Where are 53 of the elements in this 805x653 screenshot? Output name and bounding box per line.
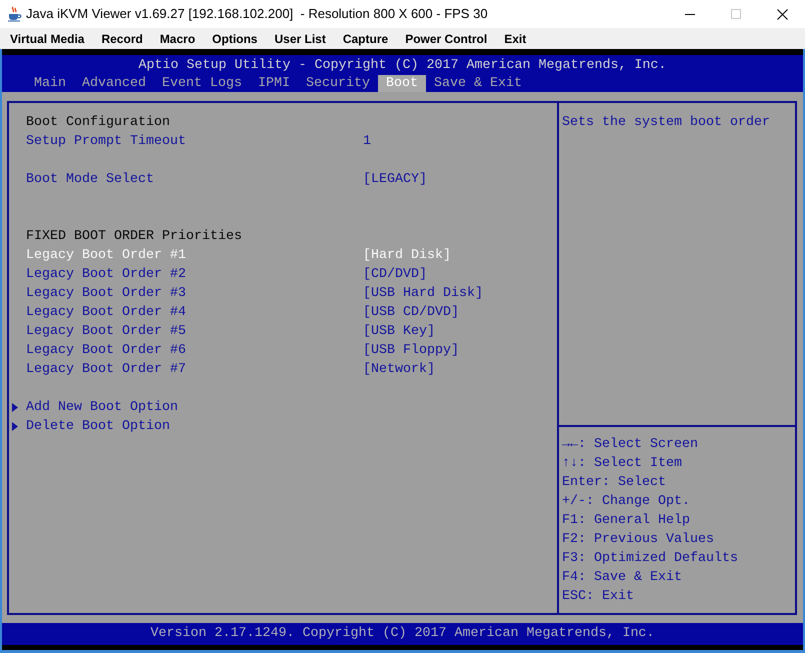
setting-label[interactable]: Legacy Boot Order #1 bbox=[26, 246, 363, 265]
menu-item[interactable]: User List bbox=[266, 30, 334, 46]
setting-label[interactable]: Legacy Boot Order #4 bbox=[26, 303, 363, 322]
setting-value[interactable]: [LEGACY] bbox=[363, 170, 427, 189]
section-heading: FIXED BOOT ORDER Priorities bbox=[26, 228, 243, 246]
key-hint: +/-: Change Opt. bbox=[562, 493, 691, 511]
tab[interactable]: Security bbox=[298, 75, 378, 92]
key-hint: F4: Save & Exit bbox=[562, 569, 683, 587]
section-heading: Boot Configuration bbox=[26, 114, 171, 132]
footer-text: Version 2.17.1249. Copyright (C) 2017 American Megatrends, Inc. bbox=[150, 625, 654, 643]
triangle-icon bbox=[12, 403, 18, 412]
setting-label[interactable]: Legacy Boot Order #6 bbox=[26, 341, 363, 360]
key-hint: ESC: Exit bbox=[562, 588, 635, 606]
submenu-item[interactable]: Add New Boot Option bbox=[26, 398, 363, 417]
key-hint: ↑↓: Select Item bbox=[562, 455, 683, 473]
menu-item[interactable]: Capture bbox=[334, 30, 397, 46]
tab[interactable]: Advanced bbox=[74, 75, 154, 92]
triangle-icon bbox=[12, 422, 18, 431]
key-hint: F2: Previous Values bbox=[562, 531, 715, 549]
menu-item[interactable]: Record bbox=[92, 30, 152, 46]
bios-title: Aptio Setup Utility - Copyright (C) 2017 American Megatrends, Inc. bbox=[138, 57, 668, 75]
key-hint: →←: Select Screen bbox=[562, 436, 699, 454]
tab[interactable]: Save & Exit bbox=[426, 75, 530, 92]
window-title: Java iKVM Viewer v1.69.27 [192.168.102.200] - Resolution 800 X 600 - FPS 30 bbox=[26, 6, 488, 22]
tab[interactable]: Event Logs bbox=[154, 75, 250, 92]
menu-item[interactable]: Power Control bbox=[396, 30, 496, 46]
tab[interactable]: Main bbox=[26, 75, 74, 92]
setting-label[interactable]: Boot Mode Select bbox=[26, 170, 363, 189]
key-hint: Enter: Select bbox=[562, 474, 667, 492]
menu-item[interactable]: Exit bbox=[496, 30, 535, 46]
setting-value[interactable]: [USB CD/DVD] bbox=[363, 303, 459, 322]
submenu-item[interactable]: Delete Boot Option bbox=[26, 417, 363, 436]
setting-value[interactable]: 1 bbox=[363, 132, 371, 151]
setting-value[interactable]: [USB Key] bbox=[363, 322, 435, 341]
setting-value[interactable]: [Network] bbox=[363, 360, 435, 379]
setting-label[interactable]: Setup Prompt Timeout bbox=[26, 132, 363, 151]
setting-value[interactable]: [Hard Disk] bbox=[363, 246, 451, 265]
menu-item[interactable]: Virtual Media bbox=[2, 30, 93, 46]
menu-item[interactable]: Options bbox=[204, 30, 266, 46]
menu-item[interactable]: Macro bbox=[151, 30, 204, 46]
setting-label[interactable]: Legacy Boot Order #2 bbox=[26, 265, 363, 284]
key-hint: F3: Optimized Defaults bbox=[562, 550, 739, 568]
close-icon[interactable] bbox=[776, 8, 788, 20]
setting-value[interactable]: [CD/DVD] bbox=[363, 265, 427, 284]
key-hint: F1: General Help bbox=[562, 512, 691, 530]
setting-label[interactable]: Legacy Boot Order #7 bbox=[26, 360, 363, 379]
setting-label[interactable]: Legacy Boot Order #5 bbox=[26, 322, 363, 341]
help-text: Sets the system boot order bbox=[562, 114, 771, 132]
setting-value[interactable]: [USB Hard Disk] bbox=[363, 284, 483, 303]
setting-value[interactable]: [USB Floppy] bbox=[363, 341, 459, 360]
setting-label[interactable]: Legacy Boot Order #3 bbox=[26, 284, 363, 303]
cup-icon bbox=[6, 6, 22, 22]
tab[interactable]: IPMI bbox=[250, 75, 298, 92]
